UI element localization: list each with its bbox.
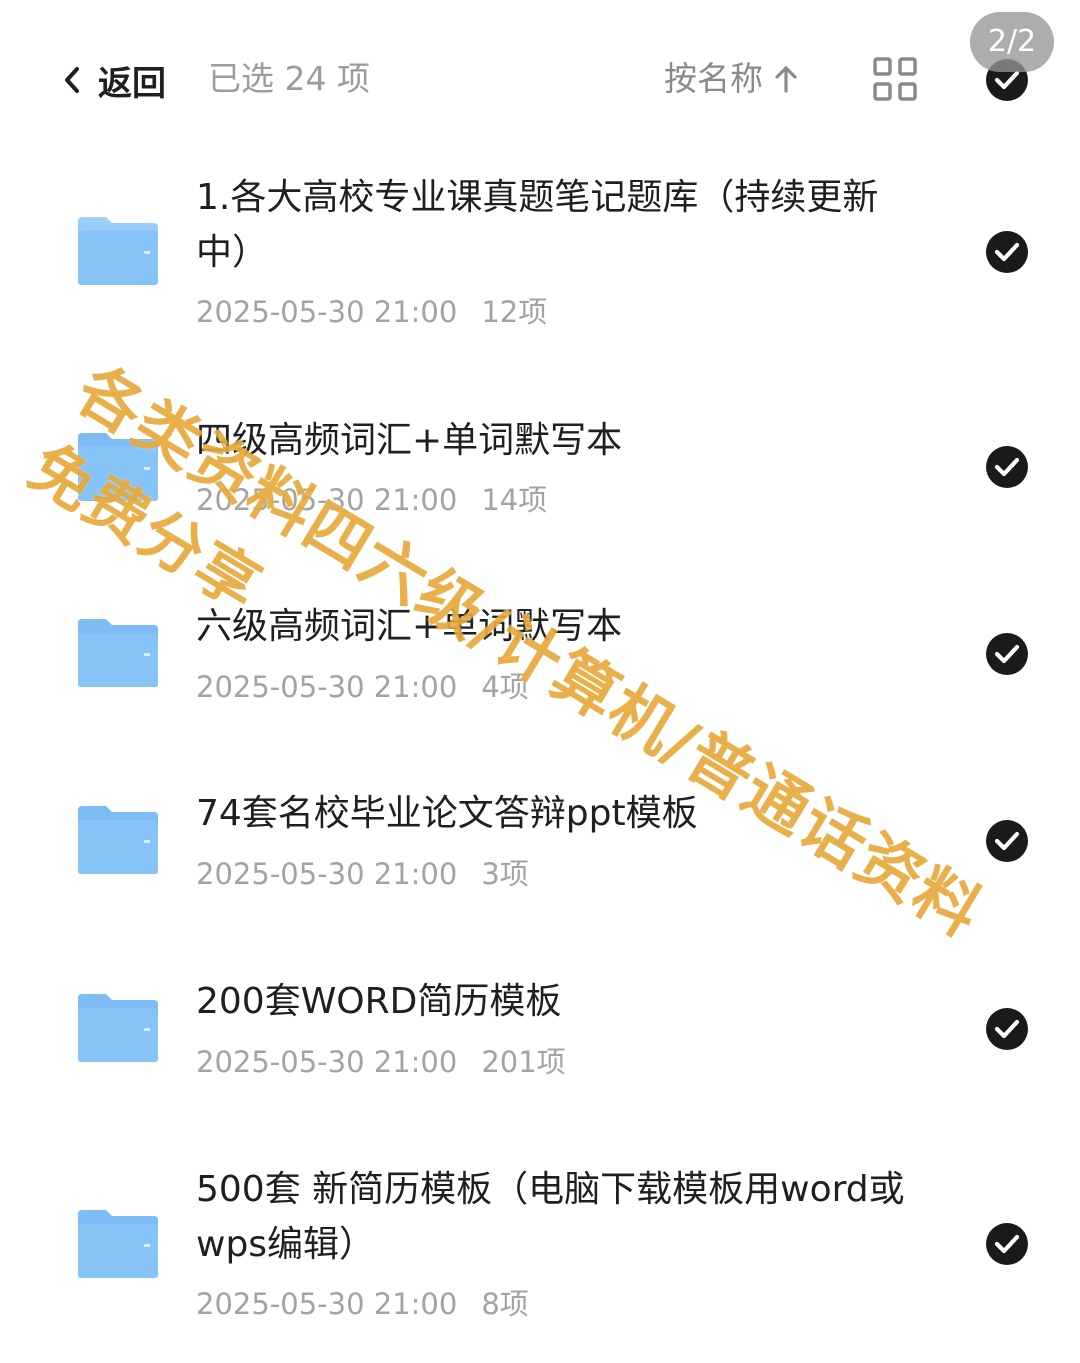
file-item-count: 12项 <box>481 295 548 329</box>
folder-icon <box>78 433 158 501</box>
list-item[interactable]: 500套 新简历模板（电脑下载模板用word或wps编辑） 2025-05-30… <box>0 1158 1080 1338</box>
file-name: 200套WORD简历模板 <box>196 981 562 1022</box>
file-date: 2025-05-30 21:00 <box>196 857 458 891</box>
file-meta: 2025-05-30 21:00 14项 <box>196 480 547 520</box>
file-list: 1.各大高校专业课真题笔记题库（持续更新中） 2025-05-30 21:00 1… <box>0 0 1080 1363</box>
list-item[interactable]: 四级高频词汇+单词默写本 2025-05-30 21:00 14项 <box>0 405 1080 535</box>
file-date: 2025-05-30 21:00 <box>196 295 458 329</box>
folder-icon <box>78 806 158 874</box>
file-name: 六级高频词汇+单词默写本 <box>196 606 623 647</box>
file-date: 2025-05-30 21:00 <box>196 670 458 704</box>
selected-check-icon[interactable] <box>985 1007 1029 1051</box>
folder-icon <box>78 619 158 687</box>
file-meta: 2025-05-30 21:00 8项 <box>196 1284 529 1324</box>
selected-check-icon[interactable] <box>985 819 1029 863</box>
file-item-count: 4项 <box>481 670 529 704</box>
file-name: 四级高频词汇+单词默写本 <box>196 420 623 461</box>
file-date: 2025-05-30 21:00 <box>196 483 458 517</box>
list-item[interactable]: 1.各大高校专业课真题笔记题库（持续更新中） 2025-05-30 21:00 1… <box>0 160 1080 340</box>
selected-check-icon[interactable] <box>985 445 1029 489</box>
file-meta: 2025-05-30 21:00 201项 <box>196 1042 566 1082</box>
file-item-count: 201项 <box>481 1045 566 1079</box>
selected-check-icon[interactable] <box>985 230 1029 274</box>
list-item[interactable]: 200套WORD简历模板 2025-05-30 21:00 201项 <box>0 970 1080 1100</box>
folder-icon <box>78 217 158 285</box>
file-meta: 2025-05-30 21:00 12项 <box>196 292 547 332</box>
file-name: 500套 新简历模板（电脑下载模板用word或wps编辑） <box>196 1169 905 1265</box>
folder-icon <box>78 1210 158 1278</box>
file-name: 74套名校毕业论文答辩ppt模板 <box>196 793 698 834</box>
file-meta: 2025-05-30 21:00 4项 <box>196 667 529 707</box>
file-item-count: 14项 <box>481 483 548 517</box>
folder-icon <box>78 994 158 1062</box>
file-date: 2025-05-30 21:00 <box>196 1287 458 1321</box>
list-item[interactable]: 六级高频词汇+单词默写本 2025-05-30 21:00 4项 <box>0 595 1080 725</box>
file-item-count: 8项 <box>481 1287 529 1321</box>
file-date: 2025-05-30 21:00 <box>196 1045 458 1079</box>
list-item[interactable]: 74套名校毕业论文答辩ppt模板 2025-05-30 21:00 3项 <box>0 782 1080 912</box>
file-item-count: 3项 <box>481 857 529 891</box>
selected-check-icon[interactable] <box>985 632 1029 676</box>
file-name: 1.各大高校专业课真题笔记题库（持续更新中） <box>196 177 879 273</box>
file-meta: 2025-05-30 21:00 3项 <box>196 854 529 894</box>
selected-check-icon[interactable] <box>985 1222 1029 1266</box>
